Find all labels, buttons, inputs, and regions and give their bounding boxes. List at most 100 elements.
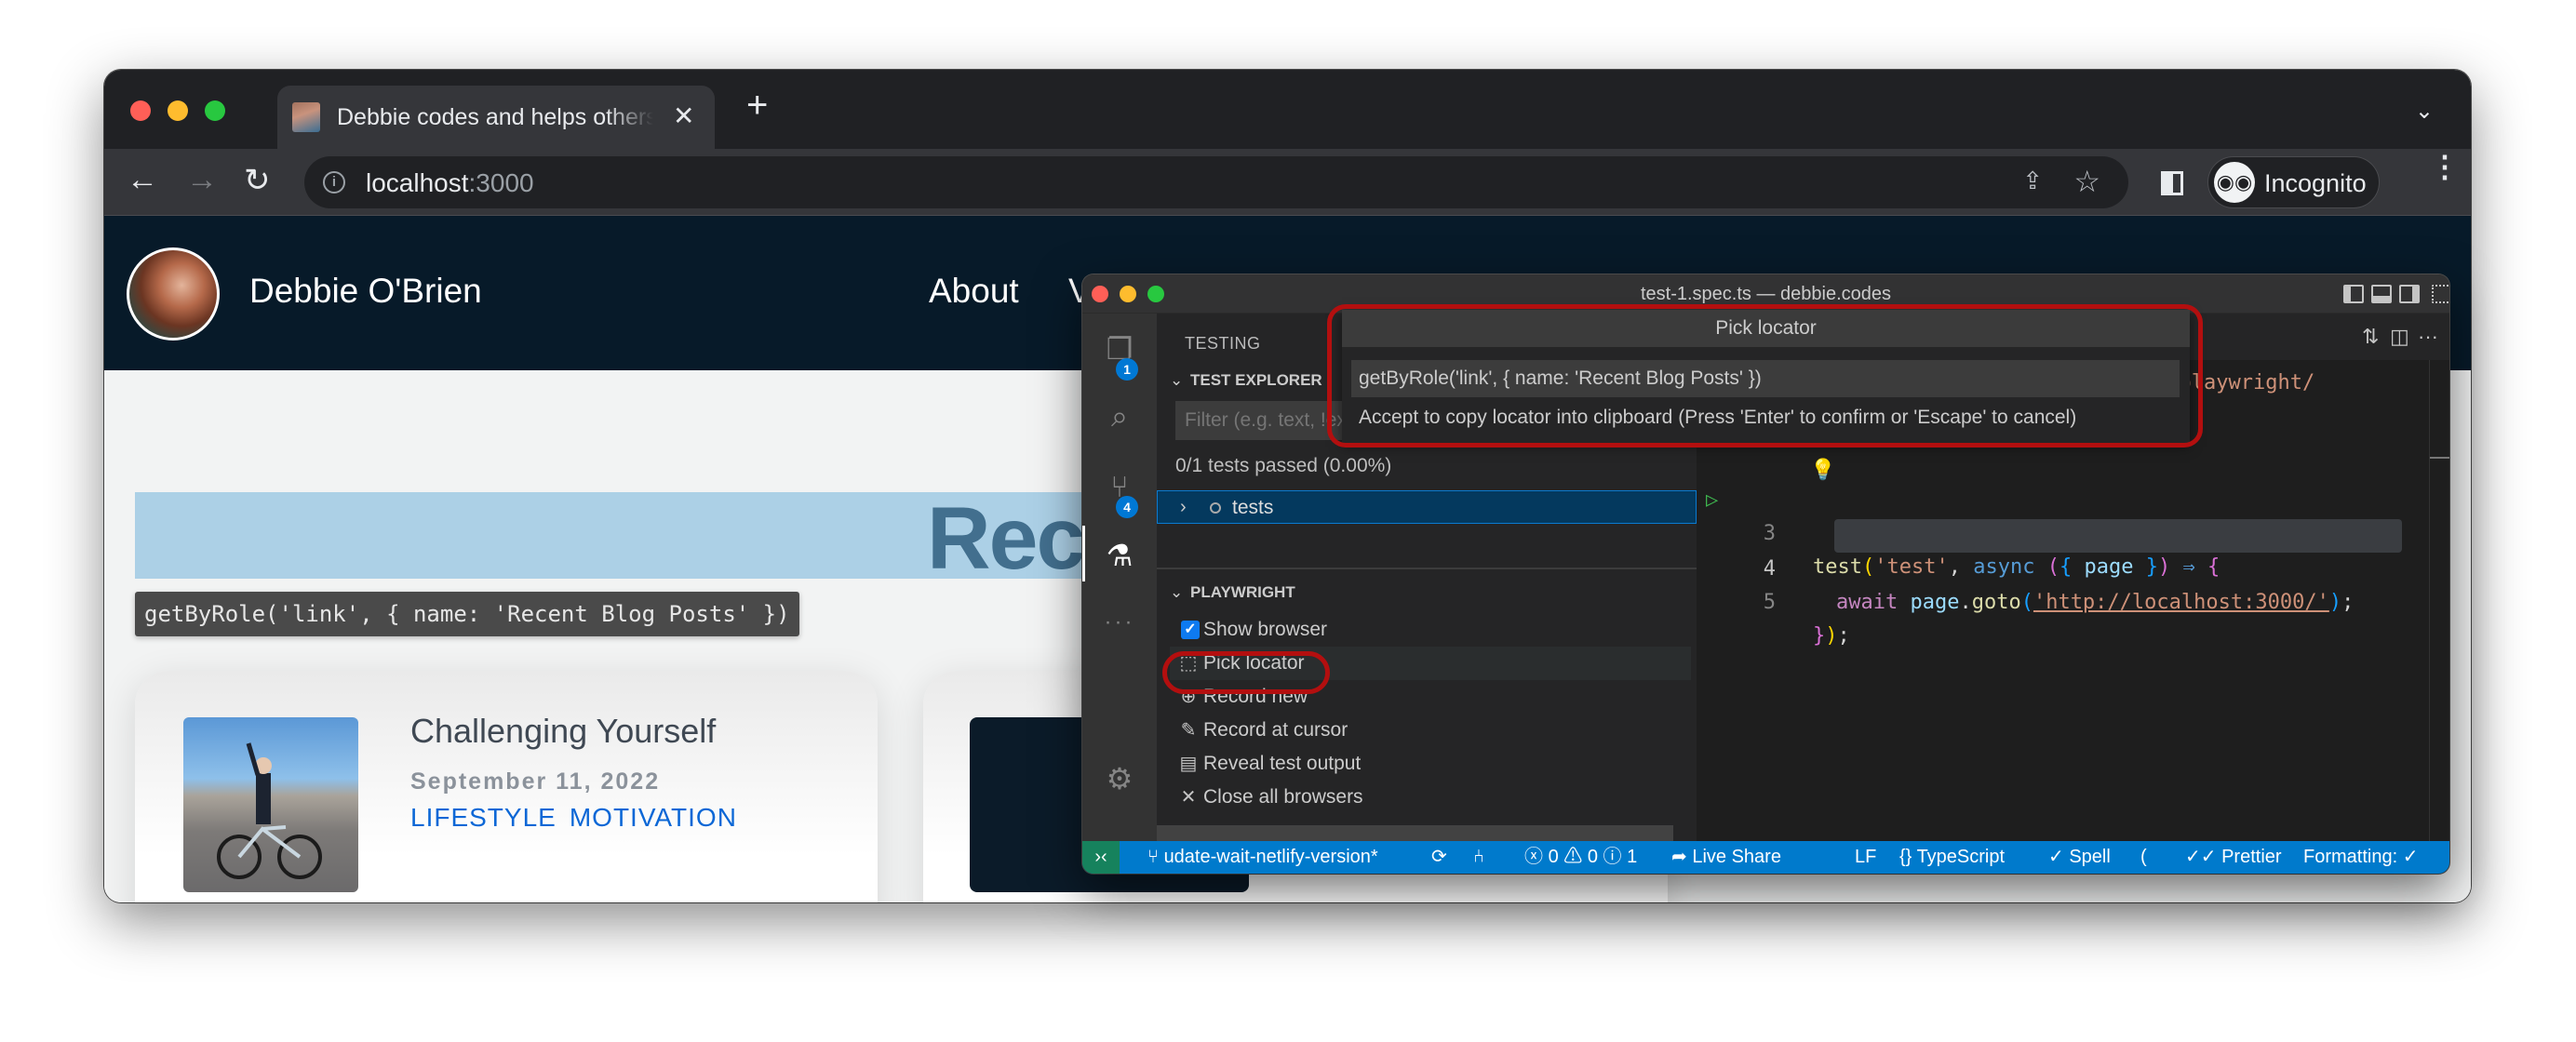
record-at-cursor-button[interactable]: ✎ Record at cursor bbox=[1170, 714, 1691, 747]
language-item[interactable]: {} TypeScript bbox=[1899, 841, 2005, 874]
chevron-down-icon: ⌄ bbox=[1170, 583, 1184, 601]
lightbulb-icon[interactable]: 💡 bbox=[1810, 454, 1835, 488]
playwright-title: PLAYWRIGHT bbox=[1190, 583, 1295, 601]
output-icon: ▤ bbox=[1179, 754, 1198, 774]
share-icon[interactable]: ⇪ bbox=[2022, 167, 2043, 195]
code-line-3: ▷ 3 test('test', async ({ page }) ⇒ { 💡 bbox=[1697, 450, 2449, 579]
search-icon[interactable]: ⌕ bbox=[1101, 397, 1138, 434]
source-control-badge: 4 bbox=[1116, 496, 1138, 518]
maximize-window-button[interactable] bbox=[205, 100, 225, 121]
token-keyword: await bbox=[1836, 591, 1898, 614]
tab-title: Debbie codes and helps others bbox=[337, 104, 653, 130]
code-text: }); bbox=[1813, 624, 1850, 648]
show-browser-checkbox[interactable]: ✓ Show browser bbox=[1170, 613, 1691, 647]
blog-card-title[interactable]: Challenging Yourself bbox=[410, 712, 716, 751]
git-graph-icon[interactable]: ⑃ bbox=[1473, 841, 1484, 874]
action-label: Reveal test output bbox=[1203, 753, 1362, 774]
tag-link[interactable]: LIFESTYLE bbox=[410, 803, 557, 832]
line-number: 5 bbox=[1763, 591, 1776, 614]
run-test-icon[interactable]: ▷ bbox=[1706, 484, 1718, 517]
vscode-window-title: test-1.spec.ts — debbie.codes bbox=[1640, 284, 1892, 304]
site-name-link[interactable]: Debbie O'Brien bbox=[249, 272, 482, 311]
remote-indicator-icon[interactable]: ›‹ bbox=[1082, 841, 1120, 874]
side-panel-icon[interactable] bbox=[2161, 171, 2183, 195]
action-label: Close all browsers bbox=[1203, 786, 1363, 808]
show-browser-label: Show browser bbox=[1203, 619, 1328, 640]
recent-blog-posts-link[interactable]: Rec bbox=[927, 488, 1085, 590]
tab-strip: Debbie codes and helps others ✕ + ⌄ bbox=[104, 70, 2471, 149]
prettier-label: Prettier bbox=[2221, 847, 2282, 867]
section-divider bbox=[1157, 568, 1697, 569]
customize-layout-icon[interactable] bbox=[2432, 285, 2449, 303]
live-share-label: Live Share bbox=[1692, 847, 1781, 867]
action-label: Record at cursor bbox=[1203, 719, 1348, 741]
back-icon[interactable]: ← bbox=[127, 162, 158, 198]
incognito-profile-button[interactable]: ◉◉ Incognito bbox=[2207, 156, 2380, 208]
close-icon: ✕ bbox=[1180, 787, 1197, 808]
test-explorer-header[interactable]: ⌄ TEST EXPLORER bbox=[1170, 371, 1322, 390]
editor-scrollbar[interactable] bbox=[2429, 360, 2449, 841]
test-tree-item[interactable]: › tests bbox=[1157, 490, 1697, 524]
info-count: 1 bbox=[1627, 847, 1638, 867]
branch-name: udate-wait-netlify-version* bbox=[1163, 847, 1378, 867]
code-line-4: 4 await page.goto('http://localhost:3000… bbox=[1697, 519, 2449, 614]
tests-summary: 0/1 tests passed (0.00%) bbox=[1175, 455, 1392, 476]
playwright-header[interactable]: ⌄ PLAYWRIGHT bbox=[1170, 583, 1295, 602]
close-window-button[interactable] bbox=[130, 100, 151, 121]
settings-gear-icon[interactable]: ⚙ bbox=[1101, 760, 1138, 797]
language-label: TypeScript bbox=[1916, 847, 2006, 867]
nav-link-about[interactable]: About bbox=[929, 272, 1019, 311]
chevron-right-icon[interactable]: › bbox=[1180, 497, 1187, 518]
annotation-outline bbox=[1327, 304, 2203, 448]
loading-icon: ( bbox=[2140, 847, 2147, 867]
new-tab-button[interactable]: + bbox=[746, 85, 768, 127]
close-tab-icon[interactable]: ✕ bbox=[673, 100, 694, 131]
blog-card[interactable]: Challenging Yourself September 11, 2022 … bbox=[135, 671, 878, 902]
eol-item[interactable]: LF bbox=[1855, 841, 1876, 874]
test-tree-label: tests bbox=[1232, 497, 1274, 518]
token-url-string[interactable]: 'http://localhost:3000/' bbox=[2033, 591, 2329, 614]
live-share-item[interactable]: ➦ Live Share bbox=[1671, 841, 1781, 874]
sidebar-title: TESTING bbox=[1185, 334, 1261, 353]
reveal-test-output-button[interactable]: ▤ Reveal test output bbox=[1170, 747, 1691, 781]
site-info-icon[interactable]: i bbox=[323, 171, 345, 194]
open-changes-icon[interactable]: ⇅ bbox=[2362, 325, 2379, 349]
minimize-window-button[interactable] bbox=[168, 100, 188, 121]
token-object: page bbox=[1910, 591, 1960, 614]
more-actions-icon[interactable]: ··· bbox=[2418, 325, 2438, 349]
prettier-item[interactable]: ✓✓ Prettier bbox=[2185, 841, 2282, 874]
reload-icon[interactable]: ↻ bbox=[244, 162, 271, 199]
avatar[interactable] bbox=[127, 247, 220, 341]
active-view-indicator bbox=[1082, 526, 1085, 581]
sync-icon[interactable]: ⟳ bbox=[1431, 841, 1447, 874]
toggle-secondary-sidebar-icon[interactable] bbox=[2399, 285, 2420, 303]
browser-menu-icon[interactable]: ⋮ bbox=[2430, 152, 2460, 181]
code-text: await page.goto('http://localhost:3000/'… bbox=[1836, 591, 2355, 614]
problems-item[interactable]: ⓧ 0 ⚠ 0 ⓘ 1 bbox=[1524, 841, 1637, 874]
blog-card-image bbox=[183, 717, 358, 892]
more-views-icon[interactable]: ··· bbox=[1101, 604, 1138, 641]
annotation-outline bbox=[1162, 651, 1330, 694]
formatting-item[interactable]: Formatting: ✓ bbox=[2303, 841, 2418, 874]
address-url[interactable]: localhost:3000 bbox=[366, 168, 534, 198]
testing-flask-icon[interactable]: ⚗ bbox=[1101, 537, 1138, 574]
address-bar[interactable]: i localhost:3000 ⇪ ☆ bbox=[304, 156, 2128, 208]
split-editor-icon[interactable]: ◫ bbox=[2390, 325, 2409, 349]
blog-card-date: September 11, 2022 bbox=[410, 768, 661, 795]
tab-search-icon[interactable]: ⌄ bbox=[2415, 98, 2434, 125]
branch-item[interactable]: ⑂ udate-wait-netlify-version* bbox=[1147, 841, 1378, 874]
bookmark-star-icon[interactable]: ☆ bbox=[2073, 164, 2100, 199]
toggle-primary-sidebar-icon[interactable] bbox=[2343, 285, 2364, 303]
browser-tab[interactable]: Debbie codes and helps others ✕ bbox=[277, 86, 715, 149]
sidebar-scrollbar[interactable] bbox=[1157, 825, 1673, 841]
close-all-browsers-button[interactable]: ✕ Close all browsers bbox=[1170, 781, 1691, 814]
warning-count: 0 bbox=[1587, 847, 1598, 867]
scroll-position-marker bbox=[2430, 457, 2449, 459]
toggle-panel-icon[interactable] bbox=[2371, 285, 2392, 303]
checkbox-checked-icon[interactable]: ✓ bbox=[1181, 621, 1200, 639]
spell-item[interactable]: ✓ Spell bbox=[2048, 841, 2111, 874]
test-explorer-title: TEST EXPLORER bbox=[1190, 371, 1322, 389]
tag-link[interactable]: MOTIVATION bbox=[570, 803, 737, 832]
forward-icon[interactable]: → bbox=[186, 162, 218, 198]
incognito-icon: ◉◉ bbox=[2214, 162, 2255, 203]
